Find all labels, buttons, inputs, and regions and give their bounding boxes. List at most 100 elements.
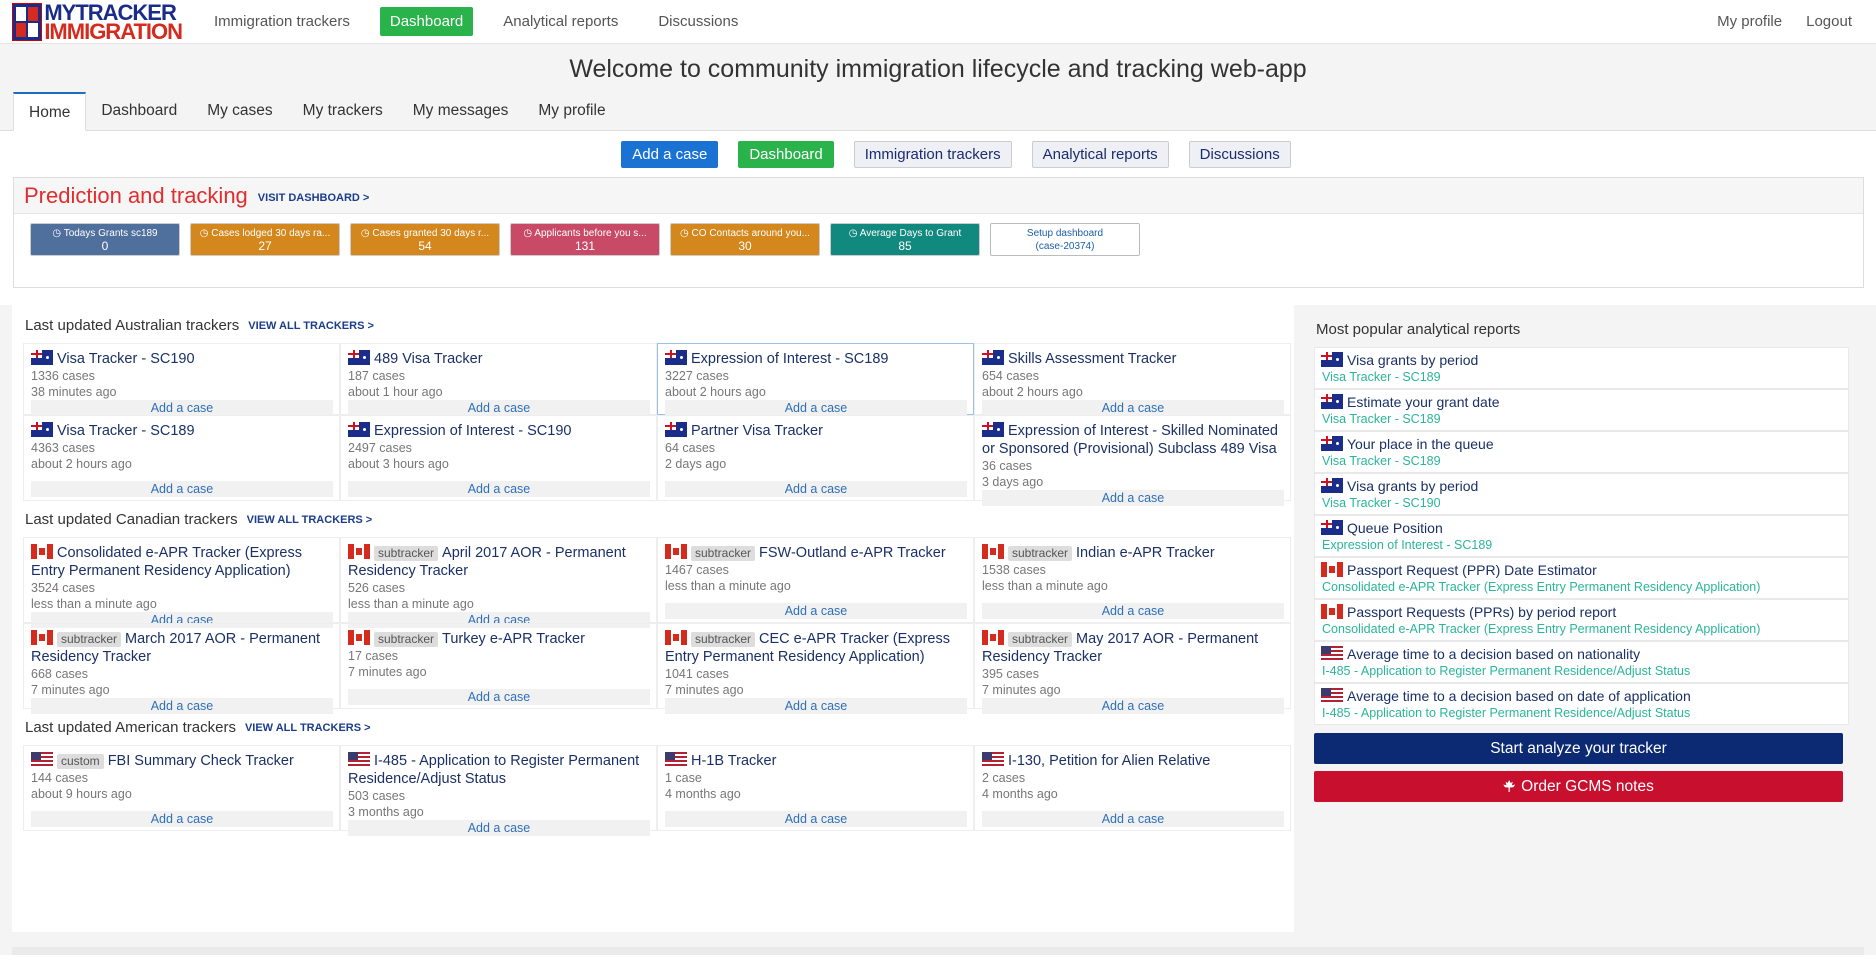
tracker-name[interactable]: subtracker Turkey e-APR Tracker	[348, 630, 650, 648]
visit-dashboard-link[interactable]: VISIT DASHBOARD >	[258, 192, 370, 204]
tracker-card[interactable]: custom FBI Summary Check Tracker 144 cases…	[23, 745, 340, 831]
tracker-card[interactable]: Expression of Interest - SC189 3227 cases…	[657, 343, 974, 416]
tracker-name[interactable]: subtracker March 2017 AOR - Permanent Res…	[31, 630, 333, 666]
report-item[interactable]: Queue Position Expression of Interest - S…	[1314, 515, 1849, 557]
tracker-name[interactable]: H-1B Tracker	[665, 752, 967, 770]
report-item[interactable]: Visa grants by period Visa Tracker - SC18…	[1314, 347, 1849, 389]
report-tracker[interactable]: I-485 - Application to Register Permanen…	[1322, 705, 1842, 722]
report-item[interactable]: Passport Request (PPR) Date Estimator Con…	[1314, 557, 1849, 599]
add-case-button[interactable]: Add a case	[348, 820, 650, 836]
tab-my-profile[interactable]: My profile	[523, 92, 620, 131]
tracker-card[interactable]: subtracker FSW-Outland e-APR Tracker 1467 …	[657, 537, 974, 623]
start-analyze-button[interactable]: Start analyze your tracker	[1314, 733, 1843, 764]
add-case-button[interactable]: Add a case	[665, 603, 967, 619]
tracker-card[interactable]: Visa Tracker - SC190 1336 cases 38 minutes…	[23, 343, 340, 416]
report-tracker[interactable]: Visa Tracker - SC189	[1322, 369, 1842, 386]
add-case-button[interactable]: Add a case	[665, 698, 967, 714]
tracker-name[interactable]: 489 Visa Tracker	[348, 350, 650, 368]
dashboard-button[interactable]: Dashboard	[738, 141, 834, 168]
stat-tile[interactable]: ◷ Applicants before you s... 131	[510, 223, 660, 256]
report-tracker[interactable]: Expression of Interest - SC189	[1322, 537, 1842, 554]
add-case-button[interactable]: Add a case	[348, 689, 650, 705]
report-name[interactable]: Average time to a decision based on date…	[1321, 687, 1842, 705]
tracker-name[interactable]: subtracker May 2017 AOR - Permanent Resid…	[982, 630, 1284, 666]
add-case-button[interactable]: Add a case	[348, 400, 650, 416]
report-item[interactable]: Average time to a decision based on nati…	[1314, 641, 1849, 683]
tracker-card[interactable]: subtracker May 2017 AOR - Permanent Resid…	[974, 623, 1291, 714]
tracker-card[interactable]: Partner Visa Tracker 64 cases 2 days ago Ad…	[657, 415, 974, 501]
nav-link-analytical-reports[interactable]: Analytical reports	[493, 7, 628, 36]
add-case-button[interactable]: Add a case	[982, 400, 1284, 416]
report-name[interactable]: Average time to a decision based on nati…	[1321, 645, 1842, 663]
tracker-card[interactable]: Consolidated e-APR Tracker (Express Entr…	[23, 537, 340, 628]
add-case-button[interactable]: Add a case	[31, 698, 333, 714]
add-case-button[interactable]: Add a case	[31, 400, 333, 416]
tab-my-cases[interactable]: My cases	[192, 92, 287, 131]
add-case-button[interactable]: Add a case	[665, 400, 967, 416]
analytical-reports-button[interactable]: Analytical reports	[1031, 141, 1169, 168]
report-item[interactable]: Average time to a decision based on date…	[1314, 683, 1849, 725]
tracker-name[interactable]: Expression of Interest - Skilled Nominat…	[982, 422, 1284, 458]
view-all-trackers-link[interactable]: VIEW ALL TRACKERS >	[248, 320, 374, 332]
add-case-button[interactable]: Add a case	[982, 811, 1284, 827]
report-tracker[interactable]: Visa Tracker - SC189	[1322, 411, 1842, 428]
tracker-name[interactable]: Consolidated e-APR Tracker (Express Entr…	[31, 544, 333, 580]
report-name[interactable]: Queue Position	[1321, 519, 1842, 537]
tracker-card[interactable]: subtracker Indian e-APR Tracker 1538 cases…	[974, 537, 1291, 623]
stat-tile[interactable]: ◷ Cases lodged 30 days ra... 27	[190, 223, 340, 256]
nav-link-logout[interactable]: Logout	[1806, 13, 1852, 30]
report-item[interactable]: Passport Requests (PPRs) by period repor…	[1314, 599, 1849, 641]
tracker-card[interactable]: subtracker April 2017 AOR - Permanent Res…	[340, 537, 657, 628]
tab-my-messages[interactable]: My messages	[398, 92, 524, 131]
site-logo[interactable]: MYTRACKER IMMIGRATION	[12, 1, 183, 43]
tracker-name[interactable]: I-485 - Application to Register Permanen…	[348, 752, 650, 788]
report-tracker[interactable]: Consolidated e-APR Tracker (Express Entr…	[1322, 579, 1842, 596]
stat-tile[interactable]: ◷ Average Days to Grant 85	[830, 223, 980, 256]
tracker-card[interactable]: subtracker March 2017 AOR - Permanent Res…	[23, 623, 340, 714]
report-name[interactable]: Your place in the queue	[1321, 435, 1842, 453]
add-case-button[interactable]: Add a case	[31, 811, 333, 827]
stat-tile[interactable]: ◷ CO Contacts around you... 30	[670, 223, 820, 256]
tracker-card[interactable]: H-1B Tracker 1 case 4 months ago Add a case	[657, 745, 974, 831]
stat-tile[interactable]: ◷ Todays Grants sc189 0	[30, 223, 180, 256]
add-case-button[interactable]: Add a case	[982, 490, 1284, 506]
tracker-name[interactable]: Skills Assessment Tracker	[982, 350, 1284, 368]
tab-dashboard[interactable]: Dashboard	[86, 92, 192, 131]
tracker-name[interactable]: Visa Tracker - SC189	[31, 422, 333, 440]
tracker-card[interactable]: Visa Tracker - SC189 4363 cases about 2 ho…	[23, 415, 340, 501]
tracker-card[interactable]: 489 Visa Tracker 187 cases about 1 hour ag…	[340, 343, 657, 416]
tracker-name[interactable]: subtracker Indian e-APR Tracker	[982, 544, 1284, 562]
tracker-name[interactable]: I-130, Petition for Alien Relative	[982, 752, 1284, 770]
report-name[interactable]: Estimate your grant date	[1321, 393, 1842, 411]
report-tracker[interactable]: I-485 - Application to Register Permanen…	[1322, 663, 1842, 680]
tab-home[interactable]: Home	[13, 92, 87, 131]
nav-link-my-profile[interactable]: My profile	[1717, 13, 1782, 30]
stat-tile[interactable]: ◷ Cases granted 30 days r... 54	[350, 223, 500, 256]
tracker-name[interactable]: Expression of Interest - SC189	[665, 350, 967, 368]
report-tracker[interactable]: Visa Tracker - SC189	[1322, 453, 1842, 470]
tracker-card[interactable]: subtracker CEC e-APR Tracker (Express Ent…	[657, 623, 974, 714]
add-case-button[interactable]: Add a case	[31, 481, 333, 497]
report-name[interactable]: Passport Request (PPR) Date Estimator	[1321, 561, 1842, 579]
report-tracker[interactable]: Consolidated e-APR Tracker (Express Entr…	[1322, 621, 1842, 638]
tracker-name[interactable]: subtracker FSW-Outland e-APR Tracker	[665, 544, 967, 562]
add-case-button[interactable]: Add a case	[348, 481, 650, 497]
immigration-trackers-button[interactable]: Immigration trackers	[853, 141, 1012, 168]
report-name[interactable]: Passport Requests (PPRs) by period repor…	[1321, 603, 1842, 621]
tracker-name[interactable]: custom FBI Summary Check Tracker	[31, 752, 333, 770]
tracker-card[interactable]: subtracker Turkey e-APR Tracker 17 cases 7 …	[340, 623, 657, 709]
tracker-card[interactable]: I-130, Petition for Alien Relative 2 case…	[974, 745, 1291, 831]
report-item[interactable]: Your place in the queue Visa Tracker - SC…	[1314, 431, 1849, 473]
discussions-button[interactable]: Discussions	[1188, 141, 1291, 168]
tracker-card[interactable]: Skills Assessment Tracker 654 cases about …	[974, 343, 1291, 416]
tracker-name[interactable]: subtracker CEC e-APR Tracker (Express Ent…	[665, 630, 967, 666]
nav-link-immigration-trackers[interactable]: Immigration trackers	[204, 7, 360, 36]
add-case-button[interactable]: Add a case	[665, 481, 967, 497]
tracker-card[interactable]: Expression of Interest - SC190 2497 cases…	[340, 415, 657, 501]
tracker-card[interactable]: Expression of Interest - Skilled Nominat…	[974, 415, 1291, 506]
nav-link-discussions[interactable]: Discussions	[648, 7, 748, 36]
tab-my-trackers[interactable]: My trackers	[288, 92, 398, 131]
tracker-name[interactable]: Expression of Interest - SC190	[348, 422, 650, 440]
tracker-name[interactable]: subtracker April 2017 AOR - Permanent Res…	[348, 544, 650, 580]
report-item[interactable]: Estimate your grant date Visa Tracker - S…	[1314, 389, 1849, 431]
